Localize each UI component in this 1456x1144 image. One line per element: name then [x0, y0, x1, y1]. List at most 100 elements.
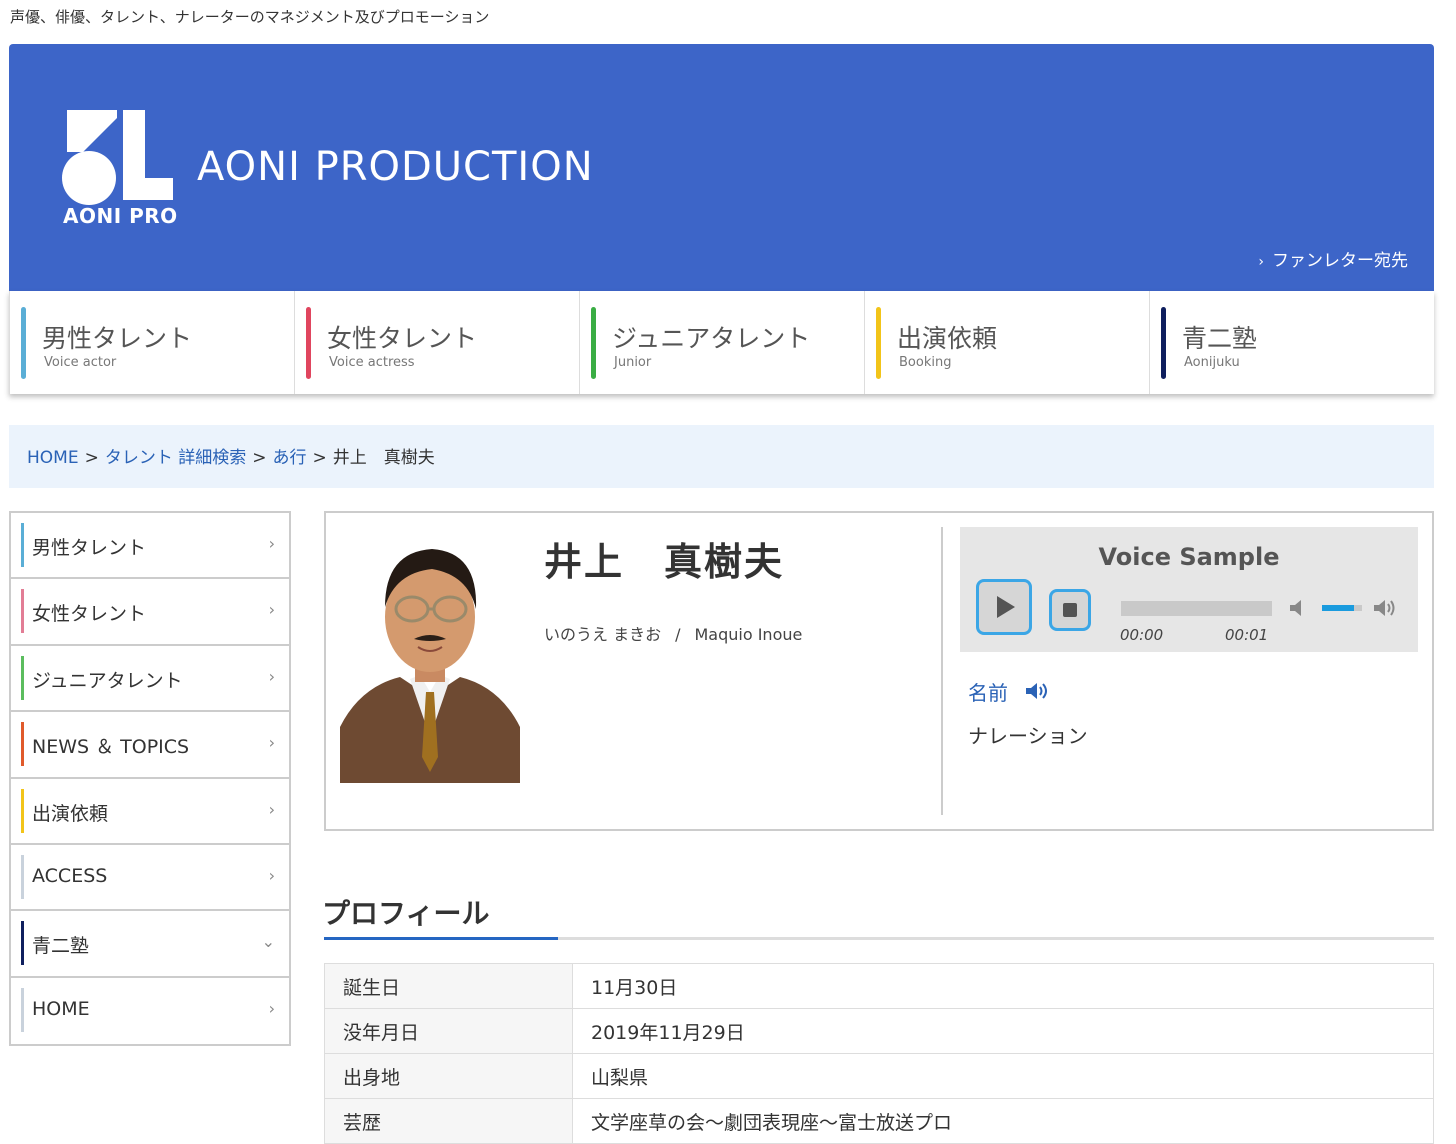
side-color-bar: [21, 523, 24, 567]
nav-label: 男性タレント: [42, 324, 193, 353]
profile-key: 没年月日: [324, 1008, 573, 1054]
side-color-bar: [21, 655, 24, 700]
talent-portrait: [340, 527, 520, 783]
talent-name: 井上 真樹夫: [544, 540, 785, 584]
heading-accent: [324, 937, 558, 940]
fanletter-link[interactable]: › ファンレター宛先: [1258, 246, 1408, 271]
breadcrumb-talent[interactable]: タレント: [105, 448, 173, 468]
fanletter-label: ファンレター宛先: [1272, 251, 1408, 271]
nav-female-talent[interactable]: 女性タレント Voice actress: [295, 291, 580, 394]
reading-separator: /: [675, 625, 681, 644]
side-item-booking[interactable]: 出演依頼 ›: [11, 779, 289, 845]
profile-heading: プロフィール: [322, 897, 490, 930]
side-item-label: HOME: [32, 997, 90, 1020]
breadcrumb-row[interactable]: あ行: [272, 448, 306, 468]
breadcrumb-separator: >: [252, 448, 267, 468]
profile-value: 山梨県: [572, 1053, 1434, 1099]
breadcrumb-separator: >: [84, 448, 99, 468]
talent-card: 井上 真樹夫 いのうえ まきお / Maquio Inoue Voice Sampl…: [324, 511, 1434, 831]
mute-icon[interactable]: [1288, 597, 1310, 619]
breadcrumb: HOME > タレント 詳細検索 > あ行 > 井上 真樹夫: [9, 425, 1434, 488]
table-row: 芸歴 文学座草の会～劇団表現座～富士放送プロ: [324, 1098, 1434, 1144]
side-item-male-talent[interactable]: 男性タレント ›: [11, 513, 289, 580]
logo-subtitle: AONI PRO: [63, 204, 178, 228]
side-item-home[interactable]: HOME ›: [11, 978, 289, 1044]
nav-color-bar: [591, 307, 596, 379]
nav-booking[interactable]: 出演依頼 Booking: [865, 291, 1150, 394]
side-color-bar: [21, 589, 24, 634]
profile-table: 誕生日 11月30日 没年月日 2019年11月29日 出身地 山梨県 芸歴 文…: [324, 963, 1434, 1144]
nav-color-bar: [21, 307, 26, 379]
side-item-label: 男性タレント: [32, 537, 147, 559]
profile-value: 2019年11月29日: [572, 1008, 1434, 1054]
side-item-access[interactable]: ACCESS ›: [11, 845, 289, 912]
table-row: 出身地 山梨県: [324, 1053, 1434, 1099]
current-time: 00:00: [1120, 626, 1164, 644]
duration-time: 00:01: [1225, 626, 1269, 644]
breadcrumb-search[interactable]: 詳細検索: [178, 448, 246, 468]
side-menu: 男性タレント › 女性タレント › ジュニアタレント › NEWS ＆ TOPI…: [9, 511, 291, 1047]
profile-key: 誕生日: [324, 963, 573, 1009]
nav-color-bar: [1161, 307, 1166, 379]
chevron-right-icon: ›: [1258, 254, 1264, 270]
site-tagline: 声優、俳優、タレント、ナレーターのマネジメント及びプロモーション: [10, 8, 490, 26]
talent-romaji: Maquio Inoue: [694, 625, 803, 644]
card-divider: [941, 527, 943, 815]
stop-icon: [1063, 603, 1077, 617]
side-item-label: NEWS ＆ TOPICS: [32, 736, 190, 759]
player-title: Voice Sample: [1098, 543, 1280, 571]
nav-junior-talent[interactable]: ジュニアタレント Junior: [580, 291, 865, 394]
side-item-junior-talent[interactable]: ジュニアタレント ›: [11, 646, 289, 713]
nav-label: ジュニアタレント: [612, 324, 811, 353]
breadcrumb-current: 井上 真樹夫: [332, 448, 435, 468]
profile-key: 芸歴: [324, 1098, 573, 1144]
voice-sample-player: Voice Sample 00:00 00:01: [960, 527, 1418, 652]
nav-color-bar: [876, 307, 881, 379]
chevron-right-icon: ›: [268, 998, 275, 1018]
nav-label: 出演依頼: [897, 324, 998, 353]
nav-sublabel: Voice actor: [44, 355, 117, 370]
speaker-icon[interactable]: [1024, 680, 1054, 702]
sample-name-link[interactable]: 名前: [968, 677, 1008, 706]
table-row: 誕生日 11月30日: [324, 963, 1434, 1009]
nav-label: 青二塾: [1182, 324, 1258, 353]
side-item-label: 女性タレント: [32, 603, 147, 626]
nav-label: 女性タレント: [327, 324, 478, 353]
volume-max-icon[interactable]: [1372, 596, 1398, 620]
play-button[interactable]: [976, 579, 1032, 635]
chevron-right-icon: ›: [268, 733, 275, 753]
chevron-right-icon: ›: [268, 666, 275, 686]
nav-male-talent[interactable]: 男性タレント Voice actor: [10, 291, 295, 394]
talent-kana: いのうえ まきお: [544, 625, 662, 644]
chevron-right-icon: ›: [268, 865, 275, 885]
chevron-right-icon: ›: [268, 799, 275, 819]
side-item-news-topics[interactable]: NEWS ＆ TOPICS ›: [11, 712, 289, 779]
side-item-female-talent[interactable]: 女性タレント ›: [11, 579, 289, 646]
brand-name[interactable]: AONI PRODUCTION: [197, 144, 594, 190]
sample-description: ナレーション: [968, 724, 1088, 748]
main-nav: 男性タレント Voice actor 女性タレント Voice actress …: [9, 291, 1434, 394]
side-item-aonijuku[interactable]: 青二塾 ⌄: [11, 911, 289, 978]
profile-key: 出身地: [324, 1053, 573, 1099]
profile-value: 11月30日: [572, 963, 1434, 1009]
seek-bar[interactable]: [1121, 601, 1272, 616]
profile-value: 文学座草の会～劇団表現座～富士放送プロ: [572, 1098, 1434, 1144]
side-color-bar: [21, 854, 24, 899]
chevron-right-icon: ›: [268, 534, 275, 553]
nav-aonijuku[interactable]: 青二塾 Aonijuku: [1150, 291, 1434, 394]
chevron-down-icon: ⌄: [261, 932, 275, 952]
side-item-label: ジュニアタレント: [32, 669, 183, 692]
nav-color-bar: [306, 307, 311, 379]
heading-underline: [324, 937, 1434, 940]
nav-sublabel: Voice actress: [329, 355, 415, 370]
volume-level: [1322, 605, 1354, 611]
breadcrumb-home[interactable]: HOME: [27, 448, 79, 468]
table-row: 没年月日 2019年11月29日: [324, 1008, 1434, 1054]
nav-sublabel: Junior: [614, 355, 652, 370]
side-color-bar: [21, 921, 24, 966]
breadcrumb-separator: >: [312, 448, 327, 468]
chevron-right-icon: ›: [268, 600, 275, 620]
nav-sublabel: Booking: [899, 355, 952, 370]
stop-button[interactable]: [1049, 589, 1091, 631]
volume-slider[interactable]: [1322, 605, 1362, 611]
